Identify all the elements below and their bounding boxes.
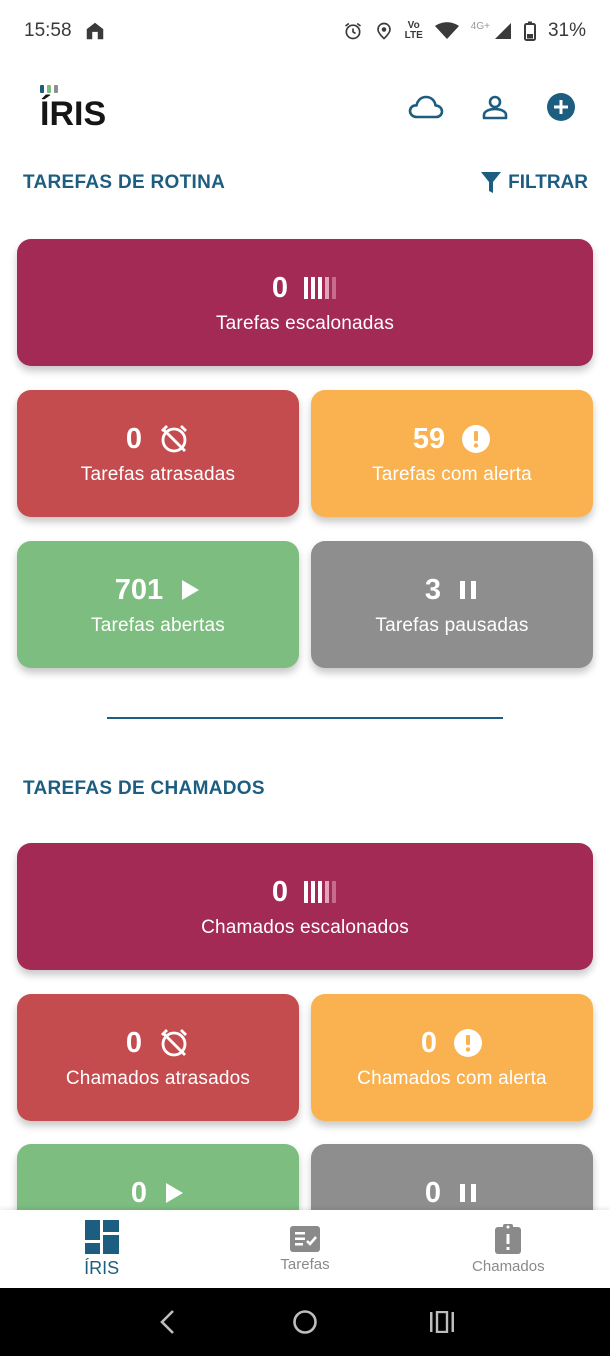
alert-circle-icon <box>462 424 491 453</box>
card-label: Tarefas escalonadas <box>215 312 395 334</box>
section-divider <box>107 717 503 719</box>
card-top: 0 <box>425 1176 479 1210</box>
pause-icon <box>460 1184 477 1202</box>
status-right: Vo LTE 4G+ 31% <box>343 20 586 42</box>
app-logo: ÍRIS <box>40 83 106 131</box>
back-chevron-icon <box>160 1310 175 1334</box>
home-circle-icon <box>293 1310 317 1334</box>
cloud-icon <box>408 95 444 119</box>
card-label: Tarefas com alerta <box>372 463 532 485</box>
volte-icon: Vo LTE <box>405 21 423 41</box>
nav-label: Tarefas <box>280 1255 330 1273</box>
nav-item-tarefas[interactable]: Tarefas <box>203 1210 406 1288</box>
location-icon <box>375 21 393 41</box>
system-recents-button[interactable] <box>412 1292 472 1352</box>
clipboard-alert-icon <box>495 1223 522 1254</box>
user-icon <box>482 95 508 120</box>
status-bar: 15:58 Vo LTE 4G+ 31% <box>0 0 610 62</box>
card-tarefas-atrasadas[interactable]: 0 Tarefas atrasadas <box>17 390 299 517</box>
card-tarefas-pausadas[interactable]: 3 Tarefas pausadas <box>311 541 593 668</box>
card-top: 3 <box>425 573 479 607</box>
status-time: 15:58 <box>24 20 72 41</box>
network-type: 4G+ <box>470 20 490 32</box>
pause-icon <box>460 580 477 599</box>
recents-icon <box>429 1311 454 1333</box>
routine-section-header: TAREFAS DE ROTINA FILTRAR <box>23 168 588 198</box>
system-navigation-bar <box>0 1288 610 1356</box>
alarm-off-icon <box>161 1028 188 1056</box>
card-top: 0 <box>126 1026 190 1060</box>
logo-text: ÍRIS <box>40 95 107 133</box>
dashboard-icon <box>84 1219 119 1254</box>
header-actions <box>408 92 576 122</box>
signal-icon <box>494 22 512 40</box>
filter-icon <box>481 172 502 193</box>
card-label: Chamados com alerta <box>357 1067 547 1089</box>
card-tarefas-escalonadas[interactable]: 0 Tarefas escalonadas <box>17 239 593 366</box>
card-count: 0 <box>424 1177 442 1209</box>
card-tarefas-abertas[interactable]: 701 Tarefas abertas <box>17 541 299 668</box>
escalation-bars-icon <box>304 276 337 299</box>
card-count: 0 <box>420 1026 438 1059</box>
alert-circle-icon <box>454 1028 483 1057</box>
alarm-off-icon <box>161 424 188 452</box>
card-label: Chamados atrasados <box>65 1067 251 1089</box>
card-top: 0 <box>131 1176 185 1210</box>
card-label: Tarefas abertas <box>91 614 225 636</box>
card-count: 0 <box>125 422 143 455</box>
card-count: 0 <box>130 1177 148 1209</box>
card-chamados-escalonados[interactable]: 0 Chamados escalonados <box>17 843 593 970</box>
card-count: 0 <box>271 271 289 304</box>
system-home-button[interactable] <box>275 1292 335 1352</box>
escalation-bars-icon <box>304 880 337 903</box>
calls-section-title: TAREFAS DE CHAMADOS <box>23 778 265 799</box>
nav-item-chamados[interactable]: Chamados <box>407 1210 610 1288</box>
calls-section-header: TAREFAS DE CHAMADOS <box>23 774 588 804</box>
card-top: 0 <box>272 271 338 305</box>
wifi-icon <box>434 22 459 40</box>
bottom-navigation: ÍRIS Tarefas Chamados <box>0 1210 610 1288</box>
volte-bottom: LTE <box>404 30 423 41</box>
status-left: 15:58 <box>24 20 106 42</box>
card-top: 59 <box>413 422 491 456</box>
battery-icon <box>523 21 536 41</box>
profile-button[interactable] <box>482 94 508 120</box>
card-count: 701 <box>114 573 164 606</box>
nav-label: Chamados <box>472 1257 545 1275</box>
app-header: ÍRIS <box>0 62 610 152</box>
alarm-icon <box>343 21 363 41</box>
nav-item-iris[interactable]: ÍRIS <box>0 1210 203 1288</box>
filter-button[interactable]: FILTRAR <box>480 171 588 195</box>
plus-circle-icon <box>547 93 575 121</box>
card-top: 0 <box>272 875 338 909</box>
card-label: Tarefas atrasadas <box>80 463 236 485</box>
logo-marks <box>40 85 58 93</box>
home-icon <box>84 20 106 42</box>
play-icon <box>166 1183 184 1203</box>
nav-label: ÍRIS <box>84 1257 120 1278</box>
card-count: 59 <box>412 422 446 455</box>
filter-label: FILTRAR <box>508 172 588 193</box>
card-label: Chamados escalonados <box>201 916 409 938</box>
add-button[interactable] <box>546 92 576 122</box>
cloud-sync-button[interactable] <box>408 94 444 120</box>
card-count: 3 <box>424 573 442 606</box>
card-count: 0 <box>271 875 289 908</box>
battery-level: 31% <box>547 20 586 41</box>
play-icon <box>182 579 200 600</box>
card-chamados-atrasados[interactable]: 0 Chamados atrasados <box>17 994 299 1121</box>
system-back-button[interactable] <box>138 1292 198 1352</box>
card-top: 0 <box>126 422 190 456</box>
task-list-icon <box>289 1225 320 1252</box>
card-top: 0 <box>421 1026 483 1060</box>
card-count: 0 <box>125 1026 143 1059</box>
routine-section-title: TAREFAS DE ROTINA <box>23 172 226 193</box>
card-label: Tarefas pausadas <box>375 614 529 636</box>
card-chamados-com-alerta[interactable]: 0 Chamados com alerta <box>311 994 593 1121</box>
card-top: 701 <box>115 573 201 607</box>
card-tarefas-com-alerta[interactable]: 59 Tarefas com alerta <box>311 390 593 517</box>
